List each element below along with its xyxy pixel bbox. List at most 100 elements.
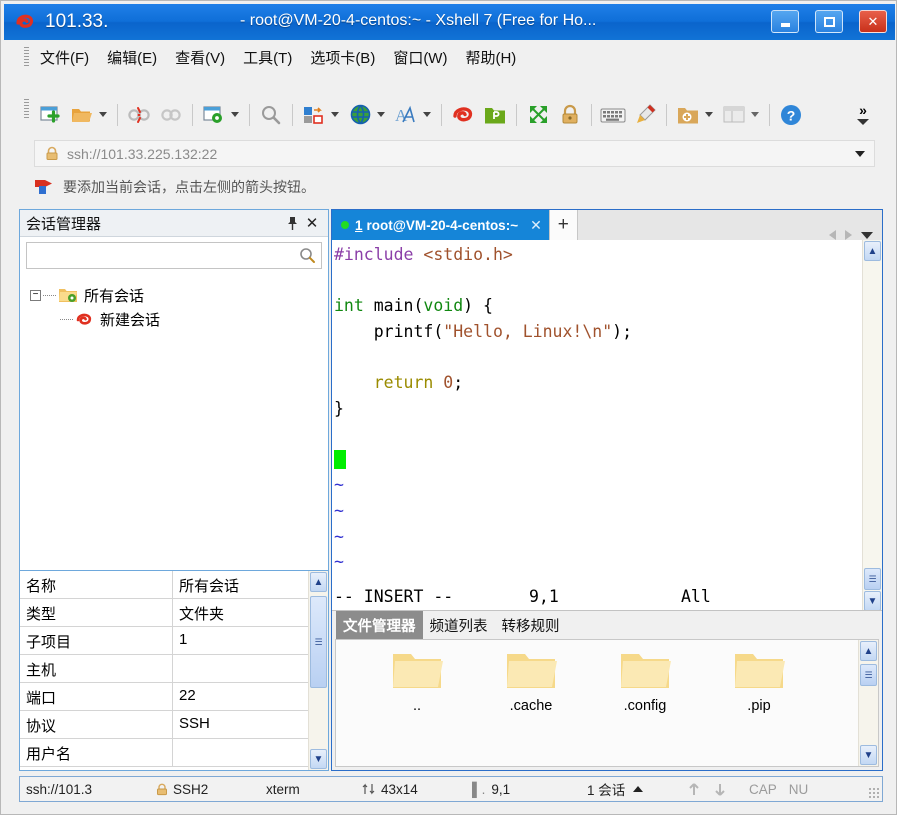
status-protocol-label: SSH2 — [173, 781, 209, 797]
pin-icon[interactable] — [282, 213, 302, 233]
menu-tabs[interactable]: 选项卡(B) — [301, 43, 384, 72]
terminal-scrollbar[interactable]: ▲ ☰ ▼ — [862, 240, 882, 612]
find-icon[interactable] — [257, 101, 285, 129]
menu-tools[interactable]: 工具(T) — [234, 43, 301, 72]
session-properties-icon[interactable] — [200, 101, 228, 129]
tab-file-manager[interactable]: 文件管理器 — [336, 610, 423, 640]
terminal-span: } — [334, 398, 344, 418]
status-protocol: SSH2 — [150, 777, 260, 801]
lock-session-icon[interactable] — [556, 101, 584, 129]
font-icon[interactable]: A — [392, 101, 420, 129]
help-icon[interactable]: ? — [777, 101, 805, 129]
address-bar[interactable]: ssh://101.33.225.132:22 — [34, 140, 875, 167]
transfer-files-icon[interactable] — [300, 101, 328, 129]
scrollbar-thumb[interactable]: ☰ — [860, 664, 877, 686]
xftp-folder-icon[interactable] — [481, 101, 509, 129]
address-dropdown-icon[interactable] — [855, 151, 865, 157]
open-folder-icon[interactable] — [68, 101, 96, 129]
xshell-logo-icon[interactable] — [449, 101, 477, 129]
tab-root-vm[interactable]: 1 root@VM-20-4-centos:~ ✕ — [332, 210, 549, 240]
scrollbar-thumb[interactable]: ☰ — [310, 596, 327, 688]
tree-label-new-session: 新建会话 — [100, 311, 161, 329]
prop-value: SSH — [179, 715, 210, 732]
toolbar-overflow-button[interactable]: » — [857, 101, 875, 125]
list-item[interactable]: .. — [360, 650, 474, 714]
prop-key: 类型 — [20, 599, 173, 626]
tab-scroll-left-icon[interactable] — [829, 230, 836, 240]
scroll-down-icon[interactable]: ▼ — [864, 591, 881, 611]
scroll-up-icon[interactable]: ▲ — [864, 241, 881, 261]
toolbar-overflow-label: » — [859, 101, 867, 118]
table-row[interactable]: 用户名 — [20, 739, 328, 767]
status-num: NU — [788, 781, 809, 797]
fullscreen-icon[interactable] — [524, 101, 552, 129]
table-row[interactable]: 类型 文件夹 — [20, 599, 328, 627]
table-row[interactable]: 名称 所有会话 — [20, 571, 328, 599]
connect-link-icon[interactable] — [157, 101, 185, 129]
list-item[interactable]: .config — [588, 650, 702, 714]
menu-help[interactable]: 帮助(H) — [456, 43, 525, 72]
tab-scroll-right-icon[interactable] — [845, 230, 852, 240]
list-item[interactable]: .pip — [702, 650, 816, 714]
disconnect-icon[interactable] — [125, 101, 153, 129]
terminal-span: void — [423, 296, 464, 316]
tab-channel-list[interactable]: 频道列表 — [423, 611, 495, 640]
list-item[interactable]: .cache — [474, 650, 588, 714]
add-folder-dropdown-icon[interactable] — [705, 112, 713, 117]
menu-edit[interactable]: 编辑(E) — [98, 43, 166, 72]
menu-window[interactable]: 窗口(W) — [384, 43, 456, 72]
tab-list-dropdown-icon[interactable] — [861, 231, 873, 239]
minimize-button[interactable] — [771, 10, 799, 33]
menubar-grip[interactable] — [24, 47, 29, 67]
new-session-icon[interactable] — [36, 101, 64, 129]
tree-node-all-sessions[interactable]: − 所有会话 — [30, 283, 328, 307]
session-search-input[interactable] — [26, 242, 322, 269]
properties-scrollbar[interactable]: ▲ ☰ ▼ — [308, 571, 328, 770]
file-list[interactable]: .. .cache .config .pip ▲ ☰ ▼ — [335, 639, 879, 767]
status-sessions[interactable]: 1 会话 — [581, 777, 681, 801]
resize-grip[interactable] — [868, 787, 880, 799]
scroll-up-icon[interactable]: ▲ — [860, 641, 877, 661]
tree-node-new-session[interactable]: 新建会话 — [30, 307, 328, 331]
menu-view[interactable]: 查看(V) — [166, 43, 234, 72]
table-row[interactable]: 端口 22 — [20, 683, 328, 711]
table-row[interactable]: 子项目 1 — [20, 627, 328, 655]
table-row[interactable]: 协议 SSH — [20, 711, 328, 739]
transfer-dropdown-icon[interactable] — [331, 112, 339, 117]
new-tab-button[interactable]: + — [548, 210, 578, 240]
font-dropdown-icon[interactable] — [423, 112, 431, 117]
properties-dropdown-icon[interactable] — [231, 112, 239, 117]
close-panel-icon[interactable]: ✕ — [302, 213, 322, 233]
sessions-caret-icon[interactable] — [633, 786, 644, 792]
scrollbar-thumb[interactable]: ☰ — [864, 568, 881, 590]
tab-close-icon[interactable]: ✕ — [530, 217, 542, 234]
scroll-down-icon[interactable]: ▼ — [860, 745, 877, 765]
tab-transfer-rules[interactable]: 转移规则 — [495, 611, 567, 640]
close-button[interactable]: ✕ — [859, 10, 887, 33]
terminal-span: ~ — [334, 552, 344, 572]
file-list-scrollbar[interactable]: ▲ ☰ ▼ — [858, 640, 878, 766]
scroll-down-icon[interactable]: ▼ — [310, 749, 327, 769]
scroll-up-icon[interactable]: ▲ — [310, 572, 327, 592]
table-row[interactable]: 主机 — [20, 655, 328, 683]
layout-dropdown-icon[interactable] — [751, 112, 759, 117]
layout-icon[interactable] — [720, 101, 748, 129]
highlight-pen-icon[interactable] — [631, 101, 659, 129]
maximize-button[interactable] — [815, 10, 843, 33]
expander-icon[interactable]: − — [30, 289, 41, 301]
terminal-span — [413, 245, 423, 264]
add-to-folder-icon[interactable] — [674, 101, 702, 129]
terminal-span: <stdio.h> — [423, 245, 513, 264]
globe-icon[interactable] — [346, 101, 374, 129]
tree-label-all-sessions: 所有会话 — [84, 287, 145, 305]
globe-dropdown-icon[interactable] — [377, 112, 385, 117]
menu-file[interactable]: 文件(F) — [31, 43, 98, 72]
open-folder-dropdown-icon[interactable] — [99, 112, 107, 117]
keyboard-icon[interactable] — [599, 101, 627, 129]
toolbar-grip[interactable] — [24, 99, 29, 119]
add-session-arrow-icon[interactable] — [34, 178, 54, 196]
prop-key: 用户名 — [20, 739, 173, 766]
terminal-screen[interactable]: #include <stdio.h> int main(void) { prin… — [332, 240, 882, 612]
